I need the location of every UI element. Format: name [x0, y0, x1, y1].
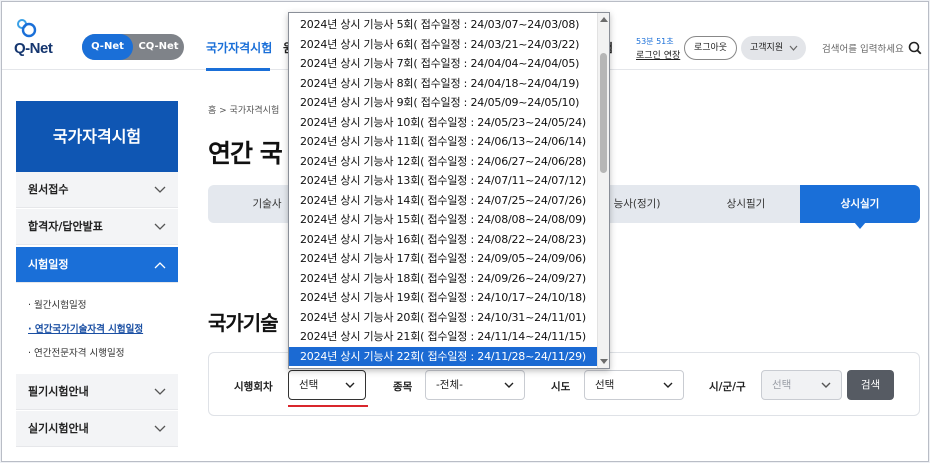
province-label: 시도	[551, 381, 571, 393]
dropdown-option[interactable]: 2024년 상시 기능사 18회( 접수일정 : 24/09/26~24/09/…	[289, 269, 598, 289]
search-icon[interactable]	[908, 40, 922, 59]
round-label: 시행회차	[234, 381, 273, 393]
dropdown-option[interactable]: 2024년 상시 기능사 5회( 접수일정 : 24/03/07~24/03/0…	[289, 15, 598, 35]
dropdown-option[interactable]: 2024년 상시 기능사 20회( 접수일정 : 24/10/31~24/11/…	[289, 308, 598, 328]
logo-text: Q-Net	[14, 40, 53, 57]
round-select[interactable]: 선택	[288, 370, 366, 400]
dropdown-option[interactable]: 2024년 상시 기능사 13회( 접수일정 : 24/07/11~24/07/…	[289, 171, 598, 191]
category-label: 종목	[393, 381, 413, 393]
sidebar-title: 국가자격시험	[16, 101, 178, 172]
tab-always-written[interactable]: 상시필기	[692, 185, 800, 223]
dropdown-option[interactable]: 2024년 상시 기능사 6회( 접수일정 : 24/03/21~24/03/2…	[289, 35, 598, 55]
extend-login-link[interactable]: 로그인 연장	[636, 48, 680, 61]
dropdown-option[interactable]: 2024년 상시 기능사 15회( 접수일정 : 24/08/08~24/08/…	[289, 210, 598, 230]
logout-button[interactable]: 로그아웃	[684, 36, 737, 60]
scroll-down-arrow-icon[interactable]	[600, 359, 608, 364]
category-select-value: -전체-	[436, 379, 463, 391]
round-select-value: 선택	[299, 379, 319, 391]
customer-support-label: 고객지원	[750, 43, 784, 53]
submenu-annual-technical-schedule[interactable]: · 연간국가기술자격 시험일정	[28, 321, 143, 335]
page-title: 연간 국	[208, 139, 283, 168]
dropdown-option[interactable]: 2024년 상시 기능사 9회( 접수일정 : 24/05/09~24/05/1…	[289, 93, 598, 113]
round-dropdown-list[interactable]: 2024년 상시 기능사 5회( 접수일정 : 24/03/07~24/03/0…	[288, 12, 610, 369]
chevron-down-icon	[154, 411, 166, 461]
qnet-cqnet-toggle[interactable]: Q-Net CQ-Net	[82, 34, 184, 60]
toggle-qnet[interactable]: Q-Net	[82, 34, 133, 60]
nav-national-exam[interactable]: 국가자격시험	[206, 39, 272, 56]
dropdown-option[interactable]: 2024년 상시 기능사 22회( 접수일정 : 24/11/28~24/11/…	[289, 346, 598, 366]
dropdown-scrollbar[interactable]	[597, 13, 609, 368]
search-input[interactable]: 검색어를 입력하세요	[822, 41, 904, 55]
dropdown-option[interactable]: 2024년 상시 기능사 16회( 접수일정 : 24/08/22~24/08/…	[289, 230, 598, 250]
session-timer: 53분 51초	[636, 37, 674, 46]
sidebar-item-practical-exam[interactable]: 실기시험안내	[16, 411, 178, 447]
customer-support-button[interactable]: 고객지원	[741, 36, 806, 60]
chevron-down-icon	[821, 371, 831, 410]
submenu-monthly-schedule[interactable]: · 월간시험일정	[28, 297, 86, 311]
sidebar-item-results[interactable]: 합격자/답안발표	[16, 209, 178, 245]
browser-viewport: Q-Net Q-Net CQ-Net 국가자격시험 원 험 53분 51초 로그…	[1, 1, 929, 462]
search-button[interactable]: 검색	[847, 370, 894, 400]
city-select-value: 선택	[772, 379, 792, 391]
submenu-annual-professional-schedule[interactable]: · 연간전문자격 시행일정	[28, 345, 124, 359]
sidebar-item-label: 합격자/답안발표	[28, 220, 103, 233]
sidebar-item-application[interactable]: 원서접수	[16, 172, 178, 208]
section-title: 국가기술	[208, 311, 279, 335]
province-select[interactable]: 선택	[584, 370, 684, 400]
dropdown-option[interactable]: 2024년 상시 기능사 17회( 접수일정 : 24/09/05~24/09/…	[289, 249, 598, 269]
sidebar-item-label: 원서접수	[28, 183, 69, 196]
city-select[interactable]: 선택	[761, 370, 842, 400]
sidebar-item-schedule[interactable]: 시험일정	[16, 247, 178, 283]
active-tab-caret	[854, 222, 866, 229]
province-select-value: 선택	[595, 379, 615, 391]
focus-underline	[288, 405, 368, 407]
scrollbar-thumb[interactable]	[600, 53, 607, 173]
dropdown-options: 2024년 상시 기능사 5회( 접수일정 : 24/03/07~24/03/0…	[289, 15, 598, 366]
city-label: 시/군/구	[709, 381, 746, 393]
sidebar-item-label: 실기시험안내	[28, 422, 89, 435]
toggle-cqnet[interactable]: CQ-Net	[133, 34, 184, 60]
dropdown-option[interactable]: 2024년 상시 기능사 19회( 접수일정 : 24/10/17~24/10/…	[289, 288, 598, 308]
scroll-up-arrow-icon[interactable]	[600, 17, 608, 22]
sidebar-item-label: 필기시험안내	[28, 385, 89, 398]
chevron-down-icon	[789, 36, 798, 70]
dropdown-option[interactable]: 2024년 상시 기능사 8회( 접수일정 : 24/04/18~24/04/1…	[289, 74, 598, 94]
breadcrumb[interactable]: 홈 > 국가자격시험	[208, 103, 279, 116]
tab-always-practical[interactable]: 상시실기	[800, 185, 920, 223]
dropdown-option[interactable]: 2024년 상시 기능사 10회( 접수일정 : 24/05/23~24/05/…	[289, 113, 598, 133]
dropdown-option[interactable]: 2024년 상시 기능사 11회( 접수일정 : 24/06/13~24/06/…	[289, 132, 598, 152]
category-select[interactable]: -전체-	[425, 370, 525, 400]
dropdown-option[interactable]: 2024년 상시 기능사 12회( 접수일정 : 24/06/27~24/06/…	[289, 152, 598, 172]
nav-active-indicator	[206, 68, 270, 71]
sidebar-item-label: 시험일정	[28, 258, 69, 271]
sidebar-item-written-exam[interactable]: 필기시험안내	[16, 374, 178, 410]
chevron-down-icon	[663, 371, 673, 410]
dropdown-option[interactable]: 2024년 상시 기능사 14회( 접수일정 : 24/07/25~24/07/…	[289, 191, 598, 211]
dropdown-option[interactable]: 2024년 상시 기능사 21회( 접수일정 : 24/11/14~24/11/…	[289, 327, 598, 347]
dropdown-option[interactable]: 2024년 상시 기능사 7회( 접수일정 : 24/04/04~24/04/0…	[289, 54, 598, 74]
logo-circles-icon	[17, 19, 37, 38]
qnet-logo[interactable]: Q-Net	[14, 19, 76, 60]
chevron-down-icon	[504, 371, 514, 410]
